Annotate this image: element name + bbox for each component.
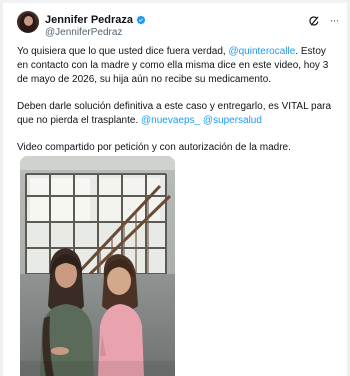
more-options-icon[interactable]: ··· [327,14,341,27]
video-frame-image [20,156,175,376]
author-handle[interactable]: @JenniferPedraz [45,27,122,38]
author-avatar[interactable] [17,11,39,33]
tweet-paragraph-3: Video compartido por petición y con auto… [17,142,291,153]
tweet-text: Yo quisiera que lo que usted dice fuera … [17,45,335,155]
grok-icon[interactable] [308,15,320,27]
mention-quinterocalle[interactable]: @quinterocalle [228,46,295,57]
tweet-header: Jennifer Pedraza @JenniferPedraz ··· [17,11,340,41]
tweet-paragraph-1: Yo quisiera que lo que usted dice fuera … [17,46,329,85]
mention-nuevaeps[interactable]: @nuevaeps_ [141,115,200,126]
author-name[interactable]: Jennifer Pedraza [45,14,133,26]
mention-supersalud[interactable]: @supersalud [203,115,262,126]
tweet-paragraph-2: Deben darle solución definitiva a este c… [17,101,332,126]
author-name-line: Jennifer Pedraza [45,14,146,26]
video-thumbnail[interactable] [20,156,175,376]
verified-badge-icon [136,15,146,25]
tweet-card: Jennifer Pedraza @JenniferPedraz ··· Yo … [3,3,347,376]
